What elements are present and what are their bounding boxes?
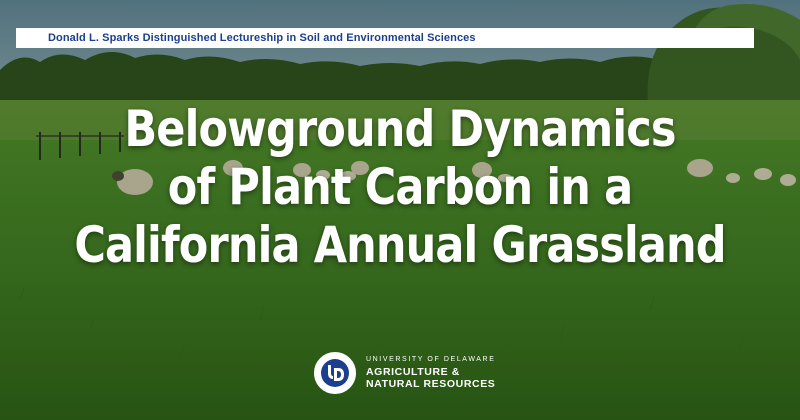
logo-department-line-2: NATURAL RESOURCES (366, 378, 496, 390)
ud-canr-logo: UNIVERSITY OF DELAWARE AGRICULTURE & NAT… (314, 352, 495, 394)
logo-department-line-1: AGRICULTURE & (366, 366, 460, 378)
logo-university: UNIVERSITY OF DELAWARE (366, 356, 496, 363)
title-line-2: of Plant Carbon in a (167, 158, 633, 216)
lecture-title: Belowground Dynamics of Plant Carbon in … (56, 100, 744, 274)
title-line-3: California Annual Grassland (74, 216, 726, 274)
banner-text: Donald L. Sparks Distinguished Lecturesh… (48, 32, 476, 44)
ud-logo-icon (314, 352, 356, 394)
title-line-1: Belowground Dynamics (124, 100, 676, 158)
ud-monogram-icon (321, 359, 349, 387)
lectureship-banner: Donald L. Sparks Distinguished Lecturesh… (16, 28, 754, 48)
logo-text: UNIVERSITY OF DELAWARE AGRICULTURE & NAT… (366, 356, 495, 390)
slide: Donald L. Sparks Distinguished Lecturesh… (0, 0, 800, 420)
